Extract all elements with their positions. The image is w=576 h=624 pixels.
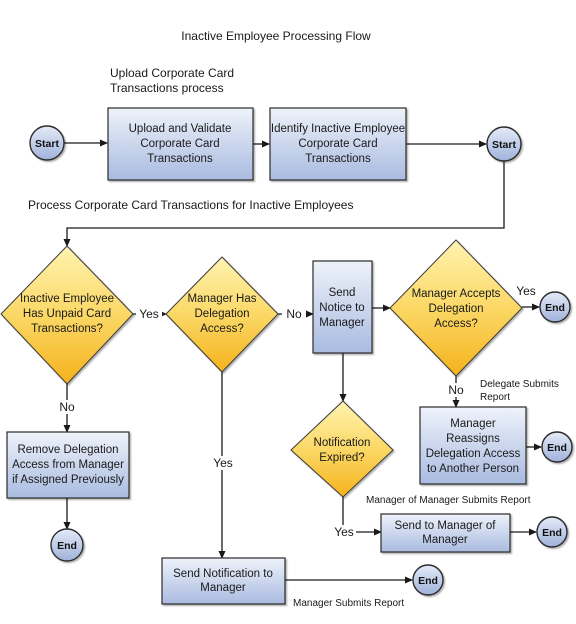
text-line: Remove Delegation [17, 444, 118, 456]
text-line: Inactive Employee [20, 293, 114, 305]
text-line: Send to Manager of [394, 520, 496, 532]
text-line: Manager Accepts [412, 288, 501, 300]
text-line: Access? [434, 318, 477, 330]
process-identify-inactive[interactable]: Identify Inactive Employee Corporate Card… [269, 107, 407, 181]
process-send-to-mom[interactable]: Send to Manager of Manager [380, 513, 511, 553]
annotation-manager-submits: Manager Submits Report [293, 598, 404, 609]
svg-text:End: End [57, 540, 77, 552]
text-line: Yes [139, 307, 159, 321]
section-label-upload: Upload Corporate Card Transactions proces… [110, 66, 234, 95]
svg-text:Remove DelegationAccess from M: Remove Delegation Access from Manager if A… [12, 444, 124, 486]
text-line: Upload and Validate [129, 123, 232, 135]
edge-label-yes-unpaid: Yes [139, 307, 159, 321]
text-line: End [418, 575, 438, 587]
section-label-process: Process Corporate Card Transactions for … [28, 198, 353, 212]
text-line: Access from Manager [12, 459, 124, 471]
text-line: Start [35, 138, 59, 150]
text-line: Access? [200, 323, 243, 335]
text-line: Manager [450, 418, 496, 430]
text-line: Manager [319, 317, 365, 329]
process-upload-validate[interactable]: Upload and Validate Corporate Card Transac… [107, 107, 254, 181]
annotation-mom-submits: Manager of Manager Submits Report [366, 495, 531, 506]
decision-has-unpaid[interactable]: Inactive Employee Has Unpaid Card Transact… [0, 245, 134, 385]
text-line: Transactions [305, 153, 371, 165]
text-line: Delegation [429, 303, 484, 315]
text-line: End [57, 540, 77, 552]
edge-label-no-accepts: No [448, 383, 464, 397]
text-line: Inactive Employee Processing Flow [181, 29, 371, 43]
text-line: Notification [314, 437, 371, 449]
text-line: Yes [213, 456, 233, 470]
terminal-start-2[interactable]: Start [486, 126, 522, 162]
svg-text:Start: Start [35, 138, 59, 150]
text-line: Corporate Card [298, 138, 377, 150]
terminal-end-remove[interactable]: End [50, 528, 84, 562]
text-line: Manager of Manager Submits Report [366, 495, 531, 506]
text-line: Transactions [147, 153, 213, 165]
flowchart: Inactive Employee Processing Flow Upload… [0, 29, 573, 609]
text-line: Delegate Submits [480, 379, 559, 390]
text-line: End [545, 302, 565, 314]
process-send-notification[interactable]: Send Notification to Manager [161, 557, 286, 605]
text-line: Corporate Card [140, 138, 219, 150]
text-line: No [286, 307, 302, 321]
text-line: Process Corporate Card Transactions for … [28, 198, 353, 212]
decision-accepts-delegation[interactable]: Manager Accepts Delegation Access? [389, 239, 523, 377]
text-line: Manager Has [187, 293, 256, 305]
text-line: Reassigns [446, 433, 500, 445]
text-line: Transactions process [110, 81, 224, 95]
diagram-title: Inactive Employee Processing Flow [181, 29, 371, 43]
terminal-end-reassign[interactable]: End [541, 431, 573, 463]
text-line: Manager [422, 534, 468, 546]
edge-label-yes-accepts: Yes [516, 284, 536, 298]
text-line: Identify Inactive Employee [271, 123, 405, 135]
text-line: Send [329, 287, 356, 299]
terminal-start-1[interactable]: Start [29, 125, 65, 161]
text-line: to Another Person [427, 463, 519, 475]
text-line: End [542, 527, 562, 539]
text-line: Report [480, 392, 510, 403]
text-line: Transactions? [31, 323, 103, 335]
text-line: Yes [516, 284, 536, 298]
text-line: Yes [334, 525, 354, 539]
text-line: Delegation Access [426, 448, 521, 460]
edge-label-yes-delegation: Yes [213, 456, 233, 470]
text-line: Manager [200, 582, 246, 594]
edge-label-yes-expired: Yes [334, 525, 354, 539]
text-line: Manager Submits Report [293, 598, 404, 609]
text-line: Expired? [319, 452, 364, 464]
svg-text:Start: Start [492, 139, 516, 151]
svg-text:End: End [545, 302, 565, 314]
terminal-end-accepts[interactable]: End [539, 291, 571, 323]
text-line: Send Notification to [173, 568, 273, 580]
decision-notification-expired[interactable]: Notification Expired? [290, 400, 394, 498]
text-line: Notice to [319, 302, 364, 314]
text-line: Has Unpaid Card [23, 308, 111, 320]
edge-label-no-unpaid: No [59, 400, 75, 414]
terminal-end-notification[interactable]: End [412, 564, 444, 596]
process-reassigns[interactable]: Manager Reassigns Delegation Access to Anot… [419, 406, 527, 485]
edge-label-no-delegation: No [286, 307, 302, 321]
svg-text:Inactive EmployeeHas Unpaid Ca: Inactive Employee Has Unpaid Card Transact… [20, 293, 114, 335]
text-line: Start [492, 139, 516, 151]
text-line: Delegation [195, 308, 250, 320]
text-line: if Assigned Previously [12, 474, 124, 486]
svg-text:End: End [418, 575, 438, 587]
terminal-end-mom[interactable]: End [536, 516, 568, 548]
process-remove-delegation[interactable]: Remove Delegation Access from Manager if A… [6, 431, 130, 499]
text-line: No [448, 383, 464, 397]
annotation-delegate-submits: Delegate Submits Report [480, 379, 559, 403]
text-line: End [547, 442, 567, 454]
text-line: Upload Corporate Card [110, 66, 234, 80]
process-send-notice[interactable]: Send Notice to Manager [312, 260, 373, 354]
text-line: No [59, 400, 75, 414]
svg-text:End: End [547, 442, 567, 454]
decision-has-delegation[interactable]: Manager Has Delegation Access? [165, 256, 279, 373]
svg-text:End: End [542, 527, 562, 539]
